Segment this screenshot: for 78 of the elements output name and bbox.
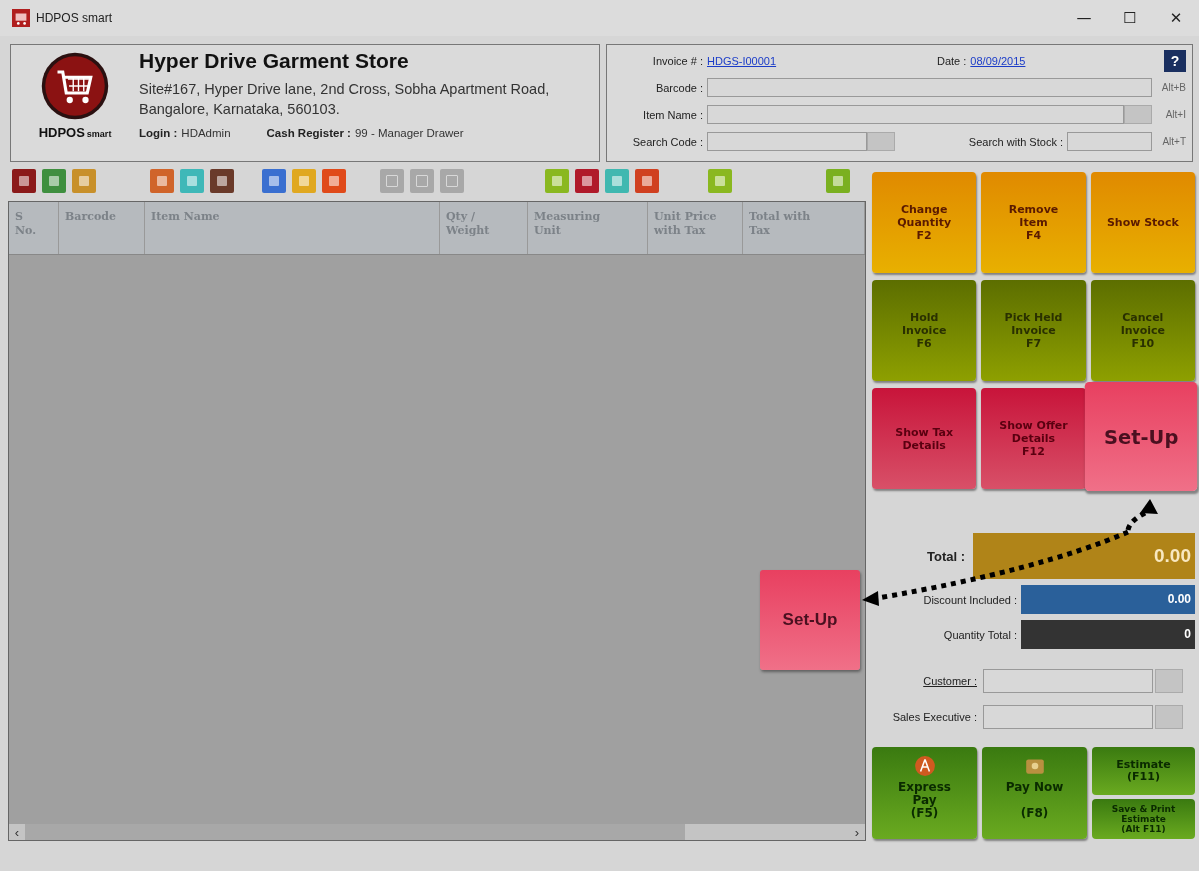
total-value: 0 (1021, 620, 1195, 649)
date-label: Date : (937, 54, 968, 67)
input-field[interactable] (983, 705, 1153, 729)
column-header: S No. (9, 202, 59, 254)
toolbar-icon[interactable] (575, 169, 599, 193)
store-address: Site#167, Hyper Drive lane, 2nd Cross, Sobha Apartment Road, Bangalore, Karnataka, 560103. (139, 80, 551, 119)
browse-button[interactable] (1155, 669, 1183, 693)
login-label: Login : (139, 127, 178, 139)
action-button[interactable]: Show Tax Details (872, 388, 977, 489)
browse-button[interactable] (1155, 705, 1183, 729)
date-link[interactable]: 08/09/2015 (970, 54, 1026, 67)
action-button[interactable]: Show Offer Details F12 (981, 388, 1086, 489)
input-field[interactable] (707, 78, 1152, 97)
column-header: Barcode (59, 202, 145, 254)
invoice-number-link[interactable]: HDGS-I00001 (707, 54, 937, 67)
field-label: Search Code : (631, 135, 704, 148)
action-button[interactable]: Remove Item F4 (981, 172, 1086, 273)
scroll-right-arrow[interactable]: › (849, 824, 865, 840)
column-header: Qty / Weight (440, 202, 528, 254)
field-label: Barcode : (654, 81, 704, 94)
close-button[interactable]: ✕ (1153, 0, 1199, 36)
toolbar-icon[interactable] (150, 169, 174, 193)
toolbar-icon[interactable] (72, 169, 96, 193)
total-value: 0.00 (973, 533, 1195, 579)
shortcut-hint: Alt+I (1164, 109, 1186, 120)
shortcut-hint: Alt+T (1161, 136, 1186, 147)
invoice-label: Invoice # : (651, 54, 704, 67)
action-button[interactable]: Show Stock (1090, 172, 1195, 273)
field-label: Sales Executive : (892, 711, 978, 723)
toolbar-icon[interactable] (322, 169, 346, 193)
store-name: Hyper Drive Garment Store (139, 49, 410, 73)
total-label: Quantity Total : (943, 628, 1018, 641)
action-button[interactable]: Hold Invoice F6 (872, 280, 977, 381)
shortcut-hint: Alt+B (1160, 82, 1186, 93)
help-button[interactable]: ? (1164, 49, 1186, 72)
field-label: Search with Stock : (968, 135, 1064, 148)
logo-text: HDPOS smart (38, 125, 112, 140)
scroll-left-arrow[interactable]: ‹ (9, 824, 25, 840)
register-value: 99 - Manager Drawer (354, 127, 464, 139)
pay-button[interactable]: Express Pay (F5) (872, 747, 977, 839)
toolbar-icon[interactable] (12, 169, 36, 193)
input-field[interactable] (707, 132, 867, 151)
maximize-button[interactable]: ☐ (1107, 0, 1153, 36)
cart-icon (12, 9, 30, 27)
toolbar-icon[interactable] (826, 169, 850, 193)
total-label: Total : (926, 548, 966, 564)
input-field[interactable] (707, 105, 1124, 124)
customer-link[interactable]: Customer : (923, 675, 981, 687)
field-label: Item Name : (642, 108, 704, 121)
input-field[interactable] (983, 669, 1153, 693)
minimize-button[interactable]: — (1061, 0, 1107, 36)
input-field[interactable] (1067, 132, 1152, 151)
badge-icon (913, 755, 936, 777)
toolbar-icon[interactable] (210, 169, 234, 193)
toolbar-icon[interactable] (42, 169, 66, 193)
total-label: Discount Included : (923, 593, 1018, 606)
toolbar-icon[interactable] (262, 169, 286, 193)
cart-logo-icon (40, 51, 110, 121)
column-header: Total with Tax (743, 202, 865, 254)
estimate-button[interactable]: Estimate (F11) (1092, 747, 1195, 795)
login-value: HDAdmin (181, 127, 231, 139)
browse-button[interactable] (867, 132, 895, 151)
browse-button[interactable] (1124, 105, 1152, 124)
estimate-button[interactable]: Save & Print Estimate (Alt F11) (1092, 799, 1195, 839)
action-button[interactable]: Pick Held Invoice F7 (981, 280, 1086, 381)
action-button[interactable]: Set-Up (1084, 381, 1198, 492)
column-header: Item Name (145, 202, 440, 254)
column-header: Unit Price with Tax (648, 202, 743, 254)
setup-callout: Set-Up (760, 570, 860, 670)
window-title: HDPOS smart (36, 11, 112, 25)
total-value: 0.00 (1021, 585, 1195, 614)
action-button[interactable]: Change Quantity F2 (872, 172, 977, 273)
register-label: Cash Register : (266, 127, 351, 139)
pay-button[interactable]: Pay Now (F8) (982, 747, 1087, 839)
scroll-thumb[interactable] (25, 824, 685, 840)
toolbar-icon[interactable] (635, 169, 659, 193)
action-button[interactable]: Cancel Invoice F10 (1090, 280, 1195, 381)
column-header: Measuring Unit (528, 202, 648, 254)
